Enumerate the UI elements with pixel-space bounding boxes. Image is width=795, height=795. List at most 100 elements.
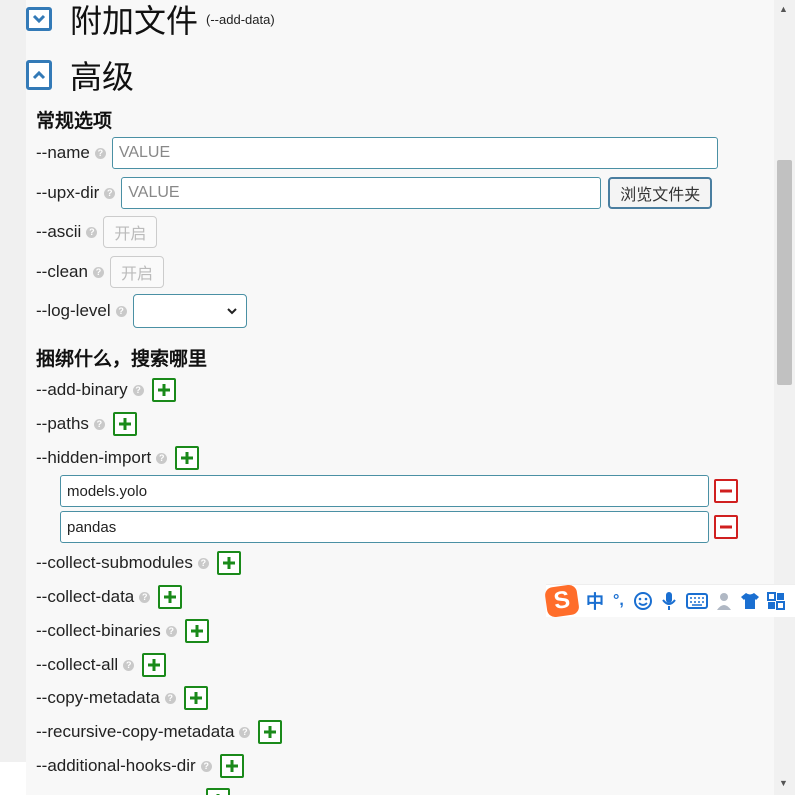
ime-mode-toggle[interactable]: 中 (586, 588, 604, 614)
name-input[interactable] (111, 137, 718, 169)
option-label: --copy-metadata (36, 688, 160, 707)
option-recursive-copy-metadata: --recursive-copy-metadata ? (36, 715, 283, 749)
left-panel-edge (0, 0, 26, 762)
option-label: --add-binary (36, 380, 128, 399)
help-icon[interactable]: ? (200, 760, 212, 772)
option-add-binary: --add-binary ? (36, 373, 176, 407)
option-label: --name (36, 143, 90, 162)
microphone-icon[interactable] (661, 591, 677, 611)
remove-button[interactable] (714, 515, 738, 539)
plus-icon (164, 591, 177, 603)
help-icon[interactable]: ? (123, 659, 135, 671)
plus-icon (264, 726, 277, 738)
upx-dir-input[interactable] (121, 177, 602, 209)
plus-icon (190, 625, 203, 637)
remove-button[interactable] (714, 479, 738, 503)
plus-icon (222, 557, 235, 569)
help-icon[interactable]: ? (93, 418, 105, 430)
section-hint: (--add-data) (206, 11, 275, 27)
option-clean: --clean ? 开启 (36, 255, 164, 289)
option-label: --log-level (36, 301, 111, 320)
left-panel-bottom (0, 762, 26, 795)
plus-icon (225, 760, 238, 772)
user-icon[interactable] (715, 591, 733, 611)
log-level-select[interactable] (132, 294, 247, 328)
option-collect-data: --collect-data ? (36, 580, 183, 614)
add-button[interactable] (112, 412, 137, 436)
chevron-down-icon (226, 308, 237, 315)
section-title: 高级 (70, 59, 135, 95)
option-label: --additional-hooks-dir (36, 756, 196, 775)
sogou-logo-icon[interactable]: S (544, 583, 580, 619)
option-label: --paths (36, 414, 89, 433)
option-name: --name ? (36, 136, 718, 170)
option-log-level: --log-level ? (36, 294, 247, 328)
help-icon[interactable]: ? (94, 147, 106, 159)
clean-toggle-button[interactable]: 开启 (109, 256, 164, 288)
chevron-up-icon[interactable] (26, 60, 52, 90)
option-hidden-import: --hidden-import ? (36, 441, 200, 475)
help-icon[interactable]: ? (86, 226, 98, 238)
scroll-down-arrow-icon[interactable]: ▼ (779, 778, 788, 788)
add-button[interactable] (216, 551, 241, 575)
add-button[interactable] (258, 720, 283, 744)
hidden-import-entry (60, 475, 738, 507)
section-title: 附加文件 (70, 3, 199, 39)
keyboard-icon[interactable] (685, 592, 708, 610)
plus-icon (118, 418, 131, 430)
option-label: --collect-submodules (36, 553, 193, 572)
option-collect-submodules: --collect-submodules ? (36, 546, 241, 580)
help-icon[interactable]: ? (156, 452, 168, 464)
help-icon[interactable]: ? (115, 305, 127, 317)
shirt-icon[interactable] (740, 592, 760, 610)
option-paths: --paths ? (36, 407, 137, 441)
option-label: --collect-binaries (36, 621, 161, 640)
ime-punctuation-toggle[interactable]: °, (613, 592, 624, 610)
option-label: --collect-data (36, 587, 135, 606)
option-collect-binaries: --collect-binaries ? (36, 614, 209, 648)
section-additional-files[interactable]: 附加文件 (--add-data) (26, 0, 275, 42)
hidden-import-input[interactable] (60, 475, 709, 507)
option-upx-dir: --upx-dir ? 浏览文件夹 (36, 176, 713, 210)
options-panel: 附加文件 (--add-data) 高级 常规选项 --name ? --upx… (26, 0, 774, 795)
smiley-icon[interactable] (633, 591, 653, 611)
add-button[interactable] (158, 585, 183, 609)
add-button[interactable] (219, 754, 244, 778)
option-label: --clean (36, 262, 88, 281)
ascii-toggle-button[interactable]: 开启 (103, 216, 158, 248)
add-button[interactable] (206, 788, 230, 795)
add-button[interactable] (151, 378, 176, 402)
chevron-down-icon[interactable] (26, 7, 52, 31)
vertical-scrollbar[interactable]: ▲ ▼ (774, 0, 795, 795)
ime-toolbar: S 中 °, (544, 583, 795, 619)
minus-icon (720, 525, 732, 529)
grid-icon[interactable] (766, 592, 785, 610)
section-advanced[interactable]: 高级 (26, 52, 134, 98)
option-ascii: --ascii ? 开启 (36, 215, 158, 249)
add-button[interactable] (175, 446, 200, 470)
scroll-up-arrow-icon[interactable]: ▲ (779, 4, 788, 14)
add-button[interactable] (184, 619, 209, 643)
help-icon[interactable]: ? (239, 726, 251, 738)
help-icon[interactable]: ? (132, 384, 144, 396)
hidden-import-entry (60, 511, 738, 543)
help-icon[interactable]: ? (164, 692, 176, 704)
minus-icon (720, 489, 732, 493)
hidden-import-input[interactable] (60, 511, 709, 543)
help-icon[interactable]: ? (197, 557, 209, 569)
help-icon[interactable]: ? (165, 625, 177, 637)
add-button[interactable] (183, 686, 208, 710)
help-icon[interactable]: ? (92, 266, 104, 278)
option-additional-hooks-dir: --additional-hooks-dir ? (36, 749, 244, 783)
help-icon[interactable]: ? (139, 591, 151, 603)
help-icon[interactable]: ? (104, 187, 116, 199)
option-label: --collect-all (36, 655, 119, 674)
plus-icon (189, 692, 202, 704)
plus-icon (148, 659, 161, 671)
scrollbar-thumb[interactable] (777, 160, 792, 385)
group-title-general: 常规选项 (36, 111, 113, 132)
option-label: --recursive-copy-metadata (36, 722, 235, 741)
add-button[interactable] (142, 653, 167, 677)
option-label: --upx-dir (36, 183, 100, 202)
browse-folder-button[interactable]: 浏览文件夹 (608, 177, 713, 209)
